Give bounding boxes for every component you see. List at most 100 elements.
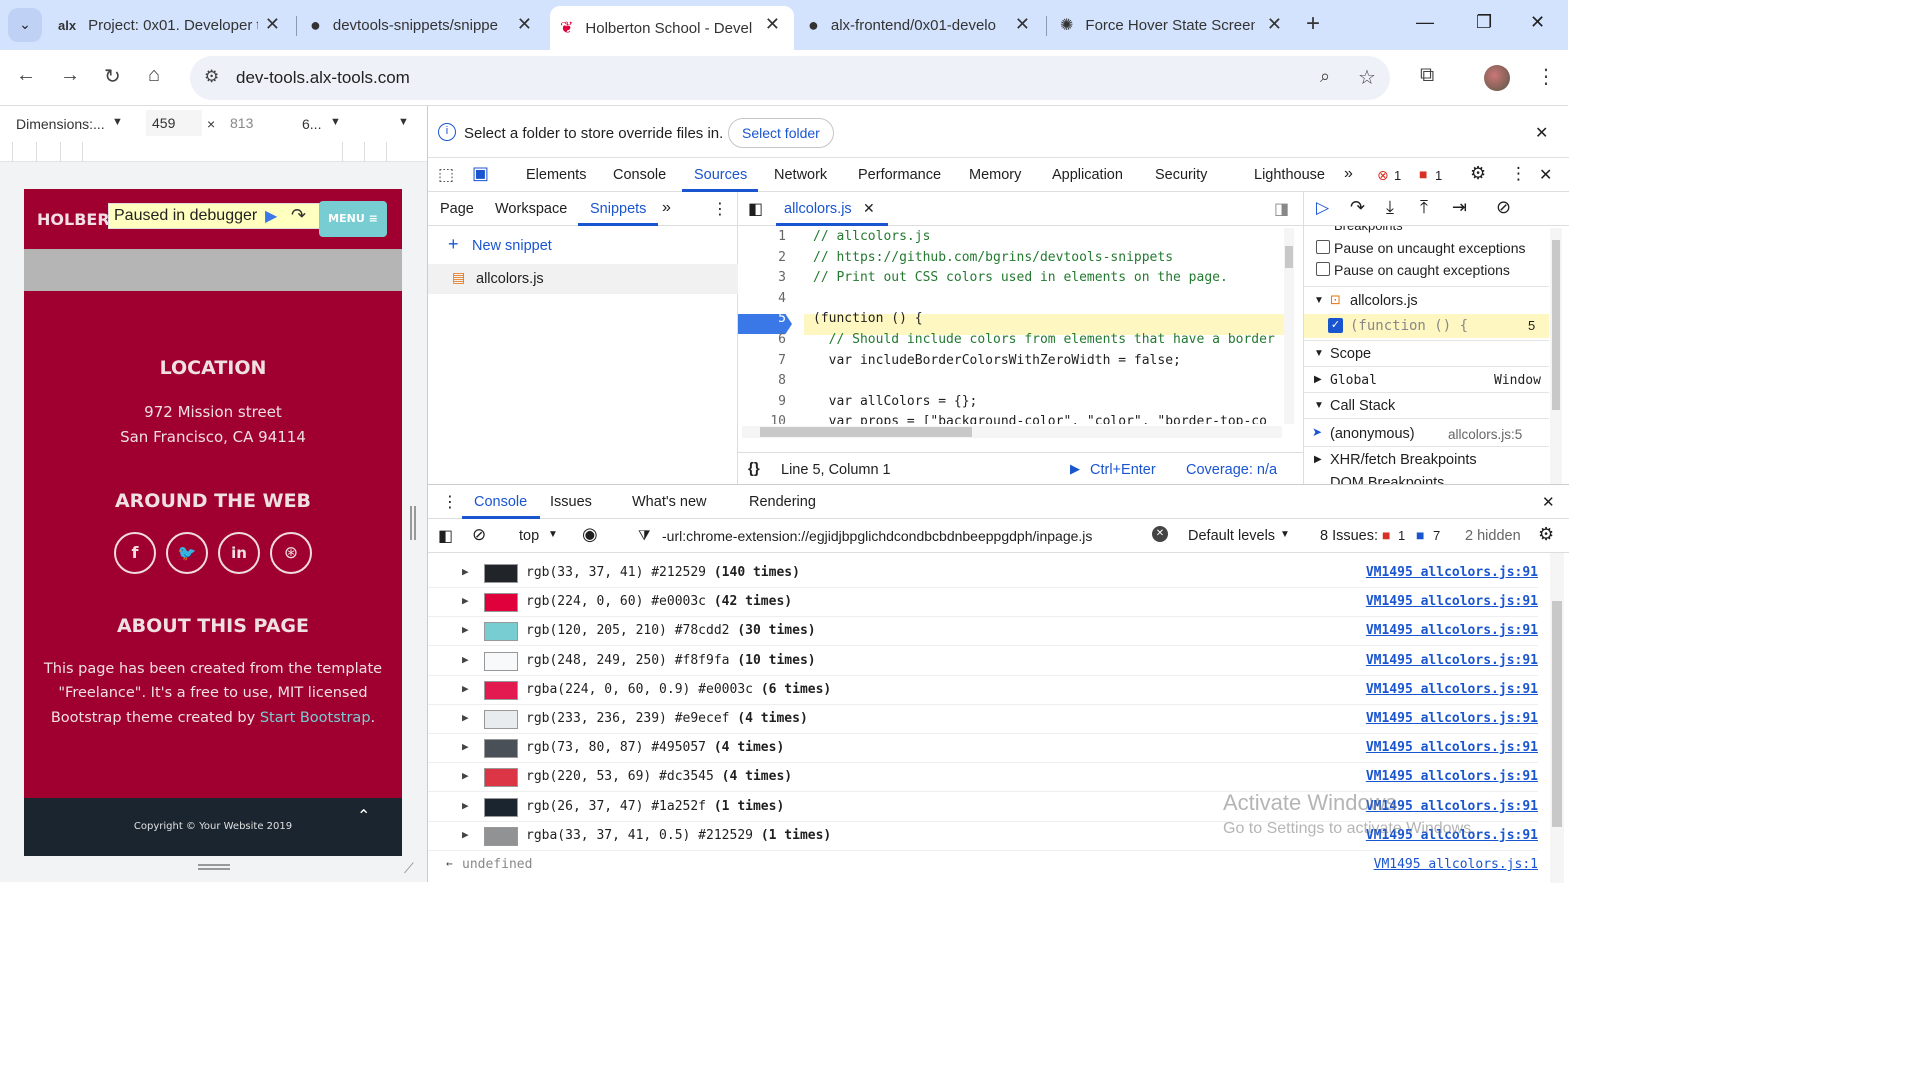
tab-memory[interactable]: Memory [969,167,1021,183]
step-icon[interactable]: ⇥ [1452,197,1467,218]
checkbox[interactable] [1316,240,1330,254]
code-area[interactable]: 1 // allcolors.js 2 // https://github.com/b… [738,228,1294,424]
close-icon[interactable]: ✕ [863,200,875,217]
devtools-menu-icon[interactable]: ⋮ [1510,164,1527,184]
facebook-icon[interactable]: f [114,532,156,574]
expand-arrow-icon[interactable]: ▶ [462,682,469,695]
frame-location[interactable]: allcolors.js:5 [1448,427,1522,442]
log-source-link[interactable]: VM1495 allcolors.js:91 [1366,769,1538,784]
log-source-link[interactable]: VM1495 allcolors.js:91 [1366,711,1538,726]
console-log-row[interactable]: ▶ rgb(120, 205, 210) #78cdd2 (30 times) VM… [428,617,1538,647]
step-out-icon[interactable]: ⤒ [1420,197,1428,218]
new-snippet-button[interactable]: New snippet [472,238,552,254]
expand-arrow-icon[interactable]: ▶ [462,623,469,636]
site-info-icon[interactable]: ⚙ [204,67,219,87]
nav-tab-workspace[interactable]: Workspace [495,201,567,217]
drawer-tab-issues[interactable]: Issues [550,494,592,510]
tab-force-hover[interactable]: ✺ Force Hover State Screen ✕ [1050,0,1296,50]
line-number[interactable]: 1 [738,229,786,244]
call-stack-header[interactable]: Call Stack [1330,398,1395,414]
drawer-tab-console[interactable]: Console [474,494,527,510]
expand-arrow-icon[interactable]: ▼ [1314,348,1324,359]
close-icon[interactable]: ✕ [1015,14,1030,35]
editor-tab[interactable]: allcolors.js [784,201,852,217]
drawer-tab-whats-new[interactable]: What's new [632,494,707,510]
home-icon[interactable]: ⌂ [148,64,160,87]
code-line[interactable]: // Should include colors from elements t… [813,332,1275,347]
expand-arrow-icon[interactable]: ▶ [462,769,469,782]
error-count[interactable]: 1 [1394,168,1401,183]
linkedin-icon[interactable]: in [218,532,260,574]
bookmark-star-icon[interactable]: ☆ [1358,65,1376,90]
issue-count[interactable]: 1 [1435,168,1442,183]
line-number[interactable]: 9 [738,394,786,409]
line-number[interactable]: 5 [738,311,786,326]
drawer-tab-rendering[interactable]: Rendering [749,494,816,510]
tab-devtools-snippets[interactable]: ● devtools-snippets/snippe ✕ [300,0,546,50]
toggle-debugger-icon[interactable]: ◨ [1274,199,1289,219]
error-icon[interactable]: ⊗ [1377,167,1389,184]
expand-arrow-icon[interactable]: ▶ [462,653,469,666]
toggle-navigator-icon[interactable]: ◧ [748,199,763,219]
nav-tab-snippets[interactable]: Snippets [590,201,646,217]
close-icon[interactable]: ✕ [1267,14,1282,35]
log-source-link[interactable]: VM1495 allcolors.js:91 [1366,565,1538,580]
line-number[interactable]: 10 [738,414,786,424]
close-icon[interactable]: ✕ [517,14,532,35]
result-source-link[interactable]: VM1495 allcolors.js:1 [1374,857,1538,872]
code-line[interactable]: var includeBorderColorsWithZeroWidth = f… [813,353,1181,368]
coverage-label[interactable]: Coverage: n/a [1186,462,1277,478]
tab-lighthouse[interactable]: Lighthouse [1254,167,1325,183]
clear-filter-icon[interactable]: ✕ [1152,526,1168,542]
plus-icon[interactable]: + [448,234,459,255]
bottom-resize-handle[interactable] [198,864,230,870]
issue-info-count[interactable]: 7 [1433,528,1440,543]
zoom-select[interactable]: 6... [302,116,321,132]
dribbble-icon[interactable]: ⊛ [270,532,312,574]
corner-resize-icon[interactable]: ⟋ [404,860,414,877]
tab-security[interactable]: Security [1155,167,1207,183]
extensions-icon[interactable]: ⧉ [1420,64,1434,87]
sidebar-scrollbar[interactable] [1550,228,1562,484]
collapse-arrow-icon[interactable]: ▶ [1314,454,1322,465]
console-log-row[interactable]: ▶ rgb(224, 0, 60) #e0003c (42 times) VM149… [428,588,1538,618]
tab-sources[interactable]: Sources [694,167,747,183]
twitter-icon[interactable]: 🐦 [166,532,208,574]
console-log-row[interactable]: ▶ rgb(233, 236, 239) #e9ecef (4 times) VM1… [428,705,1538,734]
expand-arrow-icon[interactable]: ▶ [462,711,469,724]
tab-holberton[interactable]: ❦ Holberton School - Devel ✕ [550,6,794,50]
device-options-icon[interactable]: ▼ [398,116,409,128]
code-line[interactable]: var allColors = {}; [813,394,978,409]
resize-handle[interactable] [410,506,416,540]
device-toggle-icon[interactable]: ▣ [472,163,489,184]
snippet-name[interactable]: allcolors.js [476,271,544,287]
code-line[interactable]: // allcolors.js [813,229,930,244]
step-over-icon[interactable]: ↷ [291,205,306,226]
tab-network[interactable]: Network [774,167,827,183]
scroll-top-icon[interactable]: ⌃ [357,806,370,825]
tab-elements[interactable]: Elements [526,167,586,183]
line-number[interactable]: 3 [738,270,786,285]
resume-icon[interactable]: ▶ [265,206,277,225]
checked-checkbox[interactable]: ✓ [1328,318,1343,333]
select-folder-button[interactable]: Select folder [728,118,834,148]
line-number[interactable]: 6 [738,332,786,347]
breakpoint-entry[interactable]: ✓ (function () { 5 [1304,314,1549,338]
tab-search-button[interactable]: ⌄ [8,8,42,42]
resume-icon[interactable]: ▷ [1316,198,1329,218]
frame-name[interactable]: (anonymous) [1330,426,1415,442]
avatar[interactable] [1484,65,1510,91]
more-nav-icon[interactable]: » [662,199,671,217]
sidebar-toggle-icon[interactable]: ◧ [438,526,453,546]
horizontal-scrollbar[interactable] [742,426,1282,438]
vertical-scrollbar[interactable] [1284,228,1294,424]
nav-tab-page[interactable]: Page [440,201,474,217]
console-scrollbar[interactable] [1550,553,1564,883]
xhr-breakpoints-header[interactable]: XHR/fetch Breakpoints [1330,452,1477,468]
step-over-icon[interactable]: ↷ [1350,197,1365,218]
start-bootstrap-link[interactable]: Start Bootstrap [260,710,371,726]
close-icon[interactable]: ✕ [765,14,780,35]
url-text[interactable]: dev-tools.alx-tools.com [236,68,410,88]
tab-console[interactable]: Console [613,167,666,183]
console-log-row[interactable]: ▶ rgb(33, 37, 41) #212529 (140 times) VM14… [428,559,1538,588]
